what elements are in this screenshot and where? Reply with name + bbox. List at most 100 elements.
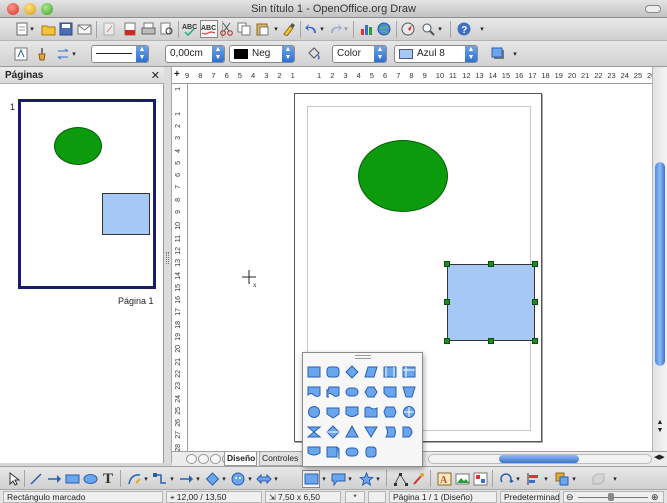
zoom-out-icon[interactable]: ⊖ — [566, 492, 574, 502]
area-style-combo[interactable]: Color ▲ ▼ — [332, 45, 387, 63]
clone-formatting-icon[interactable] — [280, 21, 296, 37]
line-arrow-tool-icon[interactable] — [46, 471, 62, 487]
flowchart-shape-option[interactable] — [345, 424, 359, 439]
gluepoints-tool-icon[interactable] — [410, 471, 426, 487]
page-thumbnail[interactable] — [18, 99, 156, 289]
flowchart-shape-option[interactable] — [364, 365, 378, 379]
flowchart-shape-option[interactable] — [345, 365, 359, 379]
symbol-shapes-tool-icon[interactable] — [230, 471, 246, 487]
curve-dropdown-icon[interactable]: ▾ — [142, 471, 150, 487]
flowchart-shape-option[interactable] — [402, 425, 416, 439]
arrange-icon[interactable] — [554, 471, 570, 487]
save-icon[interactable] — [58, 21, 74, 37]
flowchart-shape-option[interactable] — [364, 385, 378, 399]
flowchart-shape-option[interactable] — [307, 405, 321, 419]
drawing-canvas[interactable]: x — [188, 84, 658, 451]
next-tab-button[interactable] — [210, 454, 221, 464]
export-pdf-icon[interactable] — [122, 21, 138, 37]
autospellcheck-icon[interactable]: ABC — [200, 20, 218, 38]
line-properties-icon[interactable] — [34, 46, 50, 62]
selection-handle-top[interactable] — [488, 261, 494, 267]
curve-tool-icon[interactable] — [126, 471, 142, 487]
selection-handle-right[interactable] — [532, 299, 538, 305]
ellipse-tool-icon[interactable] — [82, 471, 98, 487]
chart-icon[interactable] — [358, 21, 374, 37]
line-width-stepper[interactable]: ▲ ▼ — [212, 46, 224, 62]
print-preview-icon[interactable] — [158, 21, 174, 37]
flowchart-shape-option[interactable] — [383, 405, 397, 419]
spellcheck-icon[interactable]: ABC — [182, 21, 198, 37]
flowchart-shape-option[interactable] — [307, 445, 321, 459]
flowchart-shape-option[interactable] — [402, 385, 416, 399]
block-arrows-dropdown-icon[interactable]: ▾ — [272, 471, 280, 487]
stars-dropdown-icon[interactable]: ▾ — [374, 471, 382, 487]
flowchart-shape-option[interactable] — [326, 385, 340, 399]
redo-icon[interactable] — [327, 21, 343, 37]
first-tab-button[interactable] — [186, 454, 197, 464]
flowchart-shape-option[interactable] — [383, 365, 397, 379]
flowchart-shape-option[interactable] — [326, 445, 340, 459]
gallery-icon[interactable] — [472, 471, 488, 487]
redo-dropdown-arrow-icon[interactable]: ▾ — [342, 21, 350, 37]
tab-layout[interactable]: Diseño — [224, 452, 257, 466]
symbol-shapes-dropdown-icon[interactable]: ▾ — [246, 471, 254, 487]
new-dropdown-arrow-icon[interactable]: ▾ — [28, 21, 36, 37]
tab-controls[interactable]: Controles — [259, 452, 303, 466]
flowchart-shape-option[interactable] — [345, 405, 359, 419]
help-icon[interactable]: ? — [456, 21, 472, 37]
rectangle-shape-selected[interactable] — [447, 264, 535, 341]
area-color-combo[interactable]: Azul 8 ▲ ▼ — [394, 45, 478, 63]
horizontal-ruler[interactable]: + 9 8 7 6 5 4 3 2 1 1 2 3 4 5 6 7 8 9 10 11 12 13 14 15 16 17 18 19… — [172, 67, 658, 84]
zoom-in-icon[interactable]: ⊕ — [651, 492, 659, 502]
align-dropdown-icon[interactable]: ▾ — [542, 471, 550, 487]
vertical-ruler[interactable]: 1 1 2 3 4 5 6 7 8 9 10 11 12 13 14 15 16 17 18 19 20 21 22 23 24… — [172, 84, 188, 451]
callouts-tool-icon[interactable] — [330, 471, 346, 487]
status-insert-mode[interactable]: * — [345, 491, 365, 503]
ellipse-shape[interactable] — [358, 140, 448, 212]
zoom-icon[interactable] — [420, 21, 436, 37]
flowchart-shape-option[interactable] — [402, 405, 416, 419]
zoom-slider[interactable]: ⊖ ⊕ — [563, 491, 664, 503]
connector-dropdown-icon[interactable]: ▾ — [168, 471, 176, 487]
vertical-scroll-thumb[interactable] — [655, 162, 665, 366]
horizontal-scroll-arrows-icon[interactable]: ◀▶ — [654, 453, 666, 461]
panel-splitter[interactable] — [164, 67, 172, 463]
flowchart-dropdown-icon[interactable]: ▾ — [320, 471, 328, 487]
fontwork-gallery-icon[interactable]: A — [436, 471, 452, 487]
navigator-compass-icon[interactable] — [400, 21, 416, 37]
flowchart-shape-option[interactable] — [364, 405, 378, 419]
previous-tab-button[interactable] — [198, 454, 209, 464]
drawing-toolbar-overflow-icon[interactable]: ▾ — [612, 472, 618, 486]
rotate-effects-icon[interactable] — [498, 471, 514, 487]
block-arrows-tool-icon[interactable] — [256, 471, 272, 487]
connector-tool-icon[interactable] — [152, 471, 168, 487]
area-color-dropdown-arrow-icon[interactable]: ▲ ▼ — [465, 46, 477, 62]
area-style-dropdown-arrow-icon[interactable]: ▲ ▼ — [374, 46, 386, 62]
selection-handle-top-right[interactable] — [532, 261, 538, 267]
cut-icon[interactable] — [218, 21, 234, 37]
flowchart-shape-option[interactable] — [326, 425, 340, 439]
popup-drag-handle[interactable] — [355, 355, 371, 359]
flowchart-shape-option[interactable] — [364, 445, 378, 459]
undo-dropdown-arrow-icon[interactable]: ▾ — [318, 21, 326, 37]
zoom-slider-thumb[interactable] — [608, 493, 614, 501]
flowchart-shape-option[interactable] — [345, 385, 359, 399]
horizontal-scrollbar[interactable] — [428, 454, 652, 464]
flowchart-shape-option[interactable] — [306, 425, 322, 439]
selection-handle-bottom[interactable] — [488, 338, 494, 344]
flowchart-shape-option[interactable] — [402, 365, 416, 379]
arrow-style-dropdown-icon[interactable]: ▾ — [70, 46, 78, 62]
open-folder-icon[interactable] — [40, 21, 56, 37]
copy-icon[interactable] — [236, 21, 252, 37]
line-style-dropdown-arrow-icon[interactable]: ▲ ▼ — [136, 46, 148, 62]
navigator-globe-icon[interactable] — [376, 21, 392, 37]
lines-arrows-dropdown-icon[interactable]: ▾ — [194, 471, 202, 487]
undo-icon[interactable] — [303, 21, 319, 37]
email-icon[interactable] — [76, 21, 92, 37]
callouts-dropdown-icon[interactable]: ▾ — [346, 471, 354, 487]
close-panel-icon[interactable]: ✕ — [151, 69, 160, 82]
flowchart-shape-option[interactable] — [326, 365, 340, 379]
basic-shapes-tool-icon[interactable] — [204, 471, 220, 487]
selection-handle-bottom-left[interactable] — [444, 338, 450, 344]
paste-icon[interactable] — [254, 21, 270, 37]
